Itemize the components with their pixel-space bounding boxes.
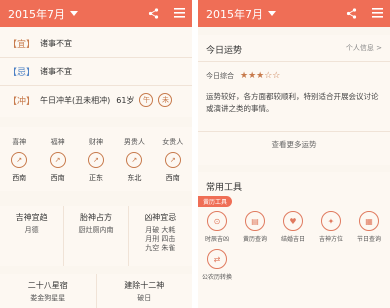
cell-heading: 胎神占方	[79, 213, 112, 222]
cell-heading: 吉神宜趋	[15, 213, 48, 222]
dropdown-icon	[268, 11, 276, 16]
tool-item[interactable]: ⇄ 公农历转换	[198, 249, 236, 281]
month-selector[interactable]: 2015年7月	[8, 6, 78, 22]
god-name: 男贵人	[123, 138, 145, 146]
chong-label: 【冲】	[8, 96, 36, 107]
menu-icon[interactable]	[172, 6, 186, 20]
star-cell: 二十八星宿 娄金狗星星	[0, 274, 96, 308]
left-pane: 2015年7月 【宜】 诸事不宜 【忌】 诸事不宜 【冲】 午日冲羊(丑未相冲)…	[0, 0, 192, 308]
cell-value: 月德	[24, 226, 39, 234]
god-direction: 西南	[165, 174, 180, 182]
cell-value: 娄金狗星星	[30, 294, 66, 302]
god-name: 女贵人	[162, 138, 184, 146]
god-direction: 正东	[88, 174, 103, 182]
spirit-cell: 吉神宜趋 月德	[0, 206, 63, 266]
god-name: 福神	[50, 138, 65, 146]
yi-ji-section: 【宜】 诸事不宜 【忌】 诸事不宜 【冲】 午日冲羊(丑未相冲) 61岁 午 未	[0, 27, 192, 117]
tool-item[interactable]: ⊙ 时辰吉凶	[198, 211, 236, 243]
tool-label: 黄历查询	[242, 236, 267, 243]
god-name: 喜神	[12, 138, 27, 146]
compass-icon: ↗	[87, 152, 104, 168]
tool-label: 吉神方位	[318, 236, 343, 243]
tool-item[interactable]: ♥ 结婚吉日	[274, 211, 312, 243]
left-topbar: 2015年7月	[0, 0, 192, 27]
tool-label: 结婚吉日	[280, 236, 305, 243]
share-icon[interactable]	[146, 6, 160, 20]
tool-icon: ▤	[245, 211, 265, 231]
god-item: 财神 ↗ 正东	[78, 127, 114, 191]
tool-icon: ♥	[283, 211, 303, 231]
spirit-cell: 凶神宜忌 月破 大耗 月刑 四击 九空 朱雀	[129, 206, 192, 266]
zodiac-horse-icon: 午	[139, 93, 154, 107]
god-item: 女贵人 ↗ 西南	[155, 127, 191, 191]
yi-label: 【宜】	[8, 40, 36, 50]
tool-label: 时辰吉凶	[204, 236, 229, 243]
tool-item[interactable]: ▦ 节日查询	[350, 211, 388, 243]
right-topbar: 2015年7月	[198, 0, 390, 27]
dropdown-icon	[70, 11, 78, 16]
fortune-card: 今日运势 个人信息 > 今日综合 ★★★☆☆ 运势较好，各方面都较顺利，特别适合…	[198, 35, 390, 165]
tool-item[interactable]: ▤ 黄历查询	[236, 211, 274, 243]
cell-heading: 二十八星宿	[27, 281, 68, 290]
compass-icon: ↗	[164, 152, 181, 168]
tool-icon: ✦	[321, 211, 341, 231]
personal-info-link[interactable]: 个人信息 >	[346, 43, 382, 53]
spirit-cell: 胎神占方 厨灶厕内南	[64, 206, 127, 266]
share-icon[interactable]	[344, 6, 358, 20]
chong-age: 61岁	[116, 95, 135, 105]
tool-label: 公农历转换	[201, 274, 232, 281]
tool-label: 节日查询	[356, 236, 381, 243]
cell-value: 厨灶厕内南	[78, 226, 114, 234]
compass-icon: ↗	[11, 152, 28, 168]
ji-text: 诸事不宜	[40, 67, 72, 76]
fortune-title: 今日运势	[206, 46, 243, 56]
god-direction: 西南	[50, 174, 65, 182]
menu-icon[interactable]	[370, 6, 384, 20]
more-fortune-link[interactable]: 查看更多运势	[198, 139, 390, 150]
compass-icon: ↗	[126, 152, 143, 168]
fortune-description: 运势较好，各方面都较顺利，特别适合开展会议讨论或演讲之类的事情。	[206, 92, 379, 113]
rating-stars: ★★★☆☆	[240, 71, 281, 81]
right-pane: 2015年7月 今日运势 个人信息 > 今日综合 ★★★☆☆ 运势较好，各方面都…	[198, 0, 390, 308]
tool-icon: ⇄	[207, 249, 227, 269]
cell-heading: 凶神宜忌	[144, 213, 177, 222]
yi-text: 诸事不宜	[40, 39, 72, 48]
star-grid: 二十八星宿 娄金狗星星 建除十二神 破日	[0, 274, 192, 308]
god-item: 男贵人 ↗ 东北	[116, 127, 152, 191]
month-selector[interactable]: 2015年7月	[206, 6, 276, 22]
god-item: 喜神 ↗ 西南	[1, 127, 37, 191]
god-name: 财神	[88, 138, 103, 146]
god-direction: 东北	[127, 174, 142, 182]
month-label: 2015年7月	[206, 7, 263, 21]
spirit-grid: 吉神宜趋 月德 胎神占方 厨灶厕内南 凶神宜忌 月破 大耗 月刑 四击 九空 朱…	[0, 206, 192, 266]
god-item: 福神 ↗ 西南	[40, 127, 76, 191]
tool-icon: ▦	[359, 211, 379, 231]
chong-text: 午日冲羊(丑未相冲)	[40, 95, 111, 105]
star-cell: 建除十二神 破日	[97, 274, 193, 308]
tools-grid: ⊙ 时辰吉凶 ▤ 黄历查询 ♥ 结婚吉日 ✦ 吉神方位 ▦ 节日查询 ⇄ 公农历转换	[198, 205, 390, 281]
zodiac-goat-icon: 未	[158, 93, 173, 107]
overall-label: 今日综合	[206, 72, 234, 80]
ji-label: 【忌】	[8, 68, 36, 78]
god-direction: 西南	[12, 174, 27, 182]
gods-directions: 喜神 ↗ 西南 福神 ↗ 西南 财神 ↗ 正东 男贵人 ↗ 东北 女贵人 ↗ 西南	[0, 127, 192, 191]
compass-icon: ↗	[49, 152, 66, 168]
tool-item[interactable]: ✦ 吉神方位	[312, 211, 350, 243]
cell-value: 月破 大耗 月刑 四击 九空 朱雀	[145, 226, 176, 252]
cell-heading: 建除十二神	[124, 281, 165, 290]
month-label: 2015年7月	[8, 7, 65, 21]
tool-icon: ⊙	[207, 211, 227, 231]
cell-value: 破日	[137, 294, 152, 302]
tools-title: 常用工具	[206, 183, 243, 193]
